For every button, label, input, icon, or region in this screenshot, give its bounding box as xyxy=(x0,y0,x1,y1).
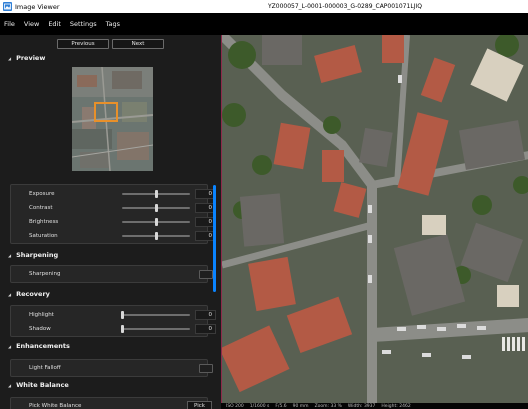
sharpening-row: Sharpening xyxy=(11,267,213,281)
menu-edit[interactable]: Edit xyxy=(48,20,61,28)
menu-bar: File View Edit Settings Tags xyxy=(0,13,528,35)
collapse-chevron-icon[interactable]: ◢ xyxy=(8,253,11,258)
next-button[interactable]: Next xyxy=(112,39,164,49)
status-iso: ISO 200 xyxy=(226,403,244,409)
section-sharpening[interactable]: ◢ Sharpening xyxy=(0,248,221,262)
file-title: YZ000057_L-0001-000003_G-0289_CAP001071L… xyxy=(268,3,422,10)
contrast-slider[interactable] xyxy=(122,204,190,212)
shadow-label: Shadow xyxy=(29,326,51,332)
image-viewer-icon xyxy=(3,2,12,11)
menu-tags[interactable]: Tags xyxy=(106,20,120,28)
section-title-white-balance: White Balance xyxy=(16,381,69,389)
light-falloff-toggle[interactable] xyxy=(199,364,213,373)
basic-adjustments-card: Exposure 0 Contrast 0 Brightness 0 Satur… xyxy=(10,184,216,244)
collapse-chevron-icon[interactable]: ◢ xyxy=(8,292,11,297)
aerial-photo xyxy=(222,35,528,403)
highlight-row: Highlight 0 xyxy=(11,308,216,322)
preview-aerial-image xyxy=(72,67,153,171)
status-shutter: 1/1600 s xyxy=(249,403,270,409)
status-focal-length: 90 mm xyxy=(292,403,309,409)
saturation-slider-thumb[interactable] xyxy=(155,232,158,240)
sharpening-card: Sharpening xyxy=(10,265,213,283)
exposure-label: Exposure xyxy=(29,191,55,197)
shadow-slider-thumb[interactable] xyxy=(121,325,124,333)
section-title-sharpening: Sharpening xyxy=(16,251,59,259)
section-enhancements[interactable]: ◢ Enhancements xyxy=(0,339,221,353)
light-falloff-label: Light Falloff xyxy=(29,365,61,371)
contrast-label: Contrast xyxy=(29,205,53,211)
status-zoom: Zoom: 33 % xyxy=(314,403,342,409)
status-width: Width: 3937 xyxy=(347,403,376,409)
status-aperture: F/5.6 xyxy=(275,403,287,409)
menu-file[interactable]: File xyxy=(4,20,15,28)
shadow-value[interactable]: 0 xyxy=(195,324,216,334)
brightness-label: Brightness xyxy=(29,219,59,225)
brightness-slider-thumb[interactable] xyxy=(155,218,158,226)
section-title-enhancements: Enhancements xyxy=(16,342,70,350)
saturation-slider[interactable] xyxy=(122,232,190,240)
section-preview[interactable]: ◢ Preview xyxy=(0,51,221,65)
white-balance-row: Pick White Balance Pick xyxy=(11,399,212,409)
panel-scrollbar[interactable] xyxy=(213,185,216,292)
title-bar: Image Viewer YZ000057_L-0001-000003_G-02… xyxy=(0,0,528,13)
highlight-slider[interactable] xyxy=(121,311,190,319)
brightness-row: Brightness 0 xyxy=(11,215,216,229)
pick-white-balance-button[interactable]: Pick xyxy=(187,401,212,409)
section-title-recovery: Recovery xyxy=(16,290,50,298)
collapse-chevron-icon[interactable]: ◢ xyxy=(8,56,11,61)
menu-settings[interactable]: Settings xyxy=(70,20,97,28)
saturation-label: Saturation xyxy=(29,233,58,239)
exposure-row: Exposure 0 xyxy=(11,187,216,201)
recovery-card: Highlight 0 Shadow 0 xyxy=(10,305,216,337)
section-recovery[interactable]: ◢ Recovery xyxy=(0,287,221,301)
menu-view[interactable]: View xyxy=(24,20,39,28)
exposure-slider-thumb[interactable] xyxy=(155,190,158,198)
white-balance-card: Pick White Balance Pick xyxy=(10,397,212,409)
adjustments-panel[interactable]: Previous Next ◢ Preview Exposure 0 Contr… xyxy=(0,35,221,409)
contrast-row: Contrast 0 xyxy=(11,201,216,215)
section-title-preview: Preview xyxy=(16,54,46,62)
sharpening-toggle[interactable] xyxy=(199,270,213,279)
highlight-slider-thumb[interactable] xyxy=(121,311,124,319)
shadow-row: Shadow 0 xyxy=(11,322,216,336)
collapse-chevron-icon[interactable]: ◢ xyxy=(8,344,11,349)
brightness-slider[interactable] xyxy=(122,218,190,226)
app-title: Image Viewer xyxy=(15,2,60,11)
collapse-chevron-icon[interactable]: ◢ xyxy=(8,383,11,388)
saturation-row: Saturation 0 xyxy=(11,229,216,243)
sharpening-label: Sharpening xyxy=(29,271,61,277)
shadow-slider[interactable] xyxy=(121,325,190,333)
status-bar: ISO 200 1/1600 s F/5.6 90 mm Zoom: 33 % … xyxy=(221,403,528,409)
previous-button[interactable]: Previous xyxy=(57,39,109,49)
pick-white-balance-label: Pick White Balance xyxy=(29,403,82,409)
highlight-value[interactable]: 0 xyxy=(195,310,216,320)
enhancements-card: Light Falloff xyxy=(10,359,213,377)
image-canvas[interactable] xyxy=(221,35,528,403)
contrast-slider-thumb[interactable] xyxy=(155,204,158,212)
section-white-balance[interactable]: ◢ White Balance xyxy=(0,378,221,392)
highlight-label: Highlight xyxy=(29,312,54,318)
status-height: Height: 2462 xyxy=(381,403,411,409)
preview-thumbnail[interactable] xyxy=(72,67,153,171)
light-falloff-row: Light Falloff xyxy=(11,361,213,375)
exposure-slider[interactable] xyxy=(122,190,190,198)
